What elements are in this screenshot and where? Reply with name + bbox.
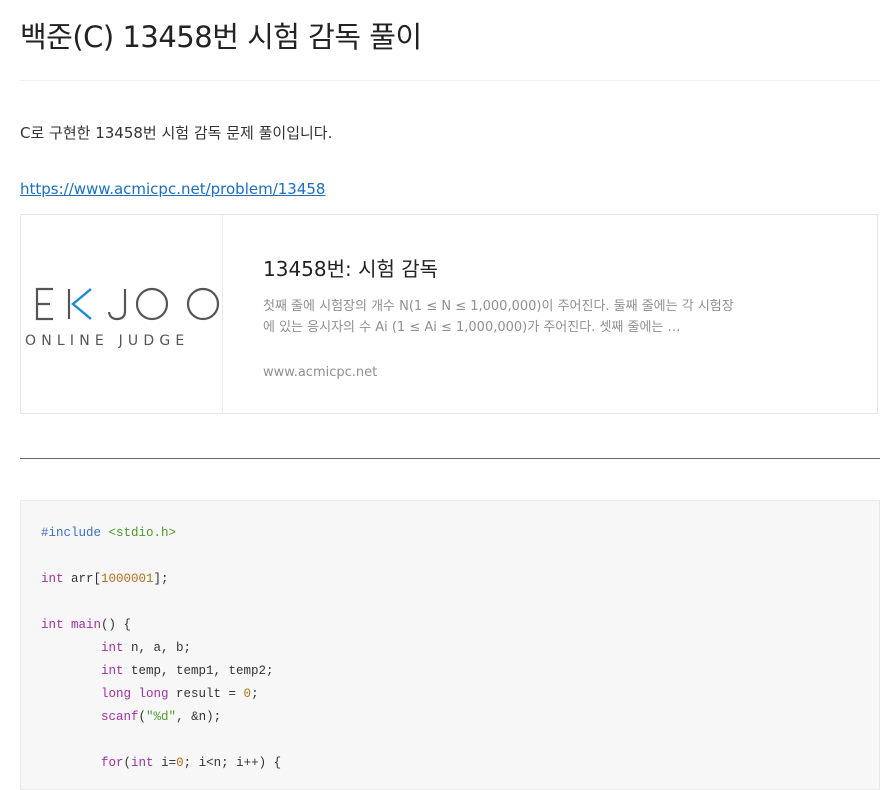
page-title: 백준(C) 13458번 시험 감독 풀이 — [20, 20, 422, 54]
code-line: for(int i=0; i<n; i++) { — [41, 752, 281, 775]
code-token: ( — [138, 710, 147, 724]
code-token: scanf — [101, 710, 139, 724]
code-token: ; i<n; i++) { — [183, 756, 282, 770]
preview-body: 13458번: 시험 감독 첫째 줄에 시험장의 개수 N(1 ≤ N ≤ 1,… — [263, 253, 739, 380]
code-token: "%d" — [146, 710, 177, 724]
code-token: () { — [101, 618, 132, 632]
code-token: ]; — [153, 572, 169, 586]
code-token: int — [101, 641, 124, 655]
code-token: int — [101, 664, 124, 678]
code-lines: #include <stdio.h> int arr[1000001]; int… — [41, 522, 281, 775]
code-token: 0 — [176, 756, 184, 770]
code-token: long long — [101, 687, 169, 701]
code-token: int — [41, 572, 64, 586]
title-divider — [20, 80, 880, 81]
code-token: 0 — [243, 687, 252, 701]
preview-title: 13458번: 시험 감독 — [263, 257, 439, 281]
code-line: int arr[1000001]; — [41, 568, 281, 591]
code-token: int — [41, 618, 64, 632]
code-block: #include <stdio.h> int arr[1000001]; int… — [20, 500, 880, 790]
code-token: ; — [251, 687, 259, 701]
code-token: n, a, b; — [123, 641, 192, 655]
code-token: for — [101, 756, 124, 770]
code-line: #include <stdio.h> — [41, 522, 281, 545]
section-divider — [20, 458, 880, 459]
svg-text:ONLINE JUDGE: ONLINE JUDGE — [25, 333, 189, 349]
post-intro: C로 구현한 13458번 시험 감독 문제 풀이입니다. — [20, 124, 333, 142]
code-token: <stdio.h> — [108, 526, 177, 540]
code-token: ( — [123, 756, 132, 770]
code-line: long long result = 0; — [41, 683, 281, 706]
code-token: i= — [153, 756, 177, 770]
code-token: int — [131, 756, 154, 770]
code-token: result = — [168, 687, 244, 701]
baekjoon-logo-icon: ONLINE JUDGE — [25, 287, 220, 349]
link-preview-card[interactable]: ONLINE JUDGE 13458번: 시험 감독 첫째 줄에 시험장의 개수… — [20, 214, 878, 414]
preview-description: 첫째 줄에 시험장의 개수 N(1 ≤ N ≤ 1,000,000)이 주어진다… — [263, 299, 734, 335]
code-line: int main() { — [41, 614, 281, 637]
problem-link[interactable]: https://www.acmicpc.net/problem/13458 — [20, 180, 325, 198]
code-token: main — [71, 618, 102, 632]
code-line: int temp, temp1, temp2; — [41, 660, 281, 683]
code-line: scanf("%d", &n); — [41, 706, 281, 729]
code-line: int n, a, b; — [41, 637, 281, 660]
code-token: arr[ — [63, 572, 102, 586]
preview-site: www.acmicpc.net — [263, 365, 378, 380]
code-token: #include — [41, 526, 109, 540]
preview-thumbnail: ONLINE JUDGE — [21, 215, 223, 413]
code-token: 1000001 — [101, 572, 154, 586]
code-content: #include <stdio.h> int arr[1000001]; int… — [41, 522, 281, 775]
code-token: temp, temp1, temp2; — [123, 664, 274, 678]
code-token: , &n); — [176, 710, 222, 724]
